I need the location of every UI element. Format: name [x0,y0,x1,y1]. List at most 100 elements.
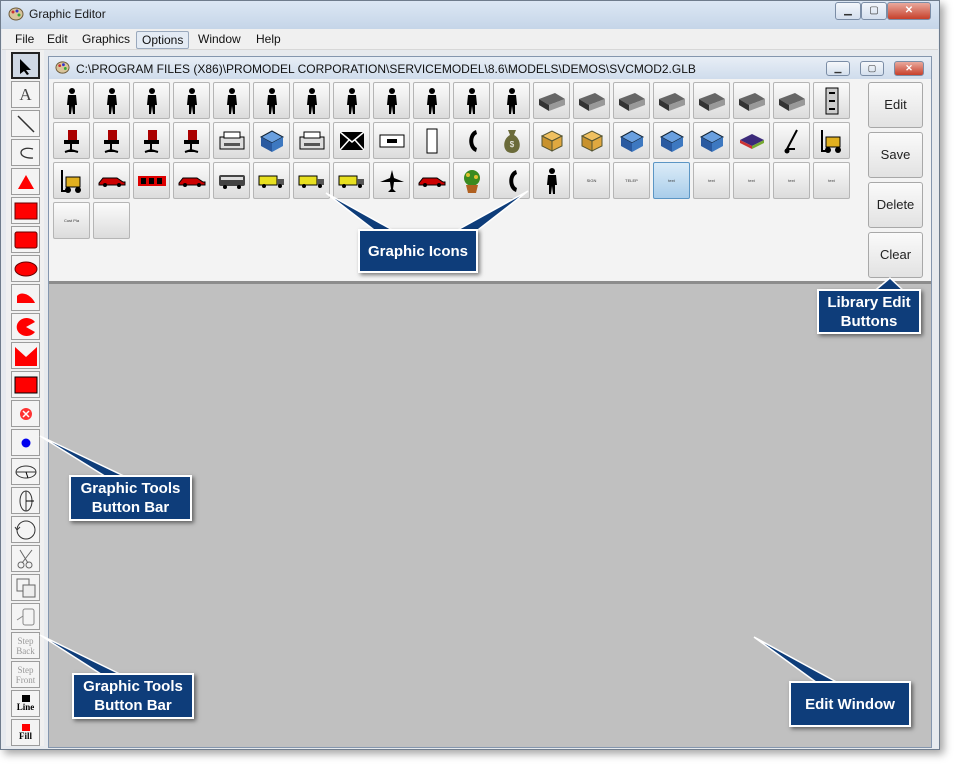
graphic-icon-button[interactable]: text [773,162,810,199]
graphic-icon-button[interactable]: text [813,162,850,199]
graphic-icon-button[interactable] [253,162,290,199]
library-maximize-button[interactable]: ▢ [860,61,884,76]
pointer-tool-button[interactable] [11,52,40,79]
library-clear-button[interactable]: Clear [868,232,923,278]
library-save-button[interactable]: Save [868,132,923,178]
graphic-icon-button[interactable] [813,82,850,119]
menu-edit[interactable]: Edit [42,31,73,47]
point-tool-button[interactable] [11,429,40,456]
graphic-icon-button[interactable] [573,122,610,159]
graphic-icon-button[interactable] [333,82,370,119]
step-back-button[interactable]: Step Back [11,632,40,659]
graphic-icon-button[interactable] [293,82,330,119]
graphic-icon-button[interactable] [653,122,690,159]
fill-rectangle-tool-button[interactable] [11,371,40,398]
menu-options[interactable]: Options [136,31,190,49]
graphic-icon-button[interactable] [133,122,170,159]
graphic-icon-button[interactable] [373,82,410,119]
rotate-horizontal-tool-button[interactable] [11,458,40,485]
graphic-icon-button[interactable] [373,122,410,159]
library-close-button[interactable]: ✕ [894,61,924,76]
cut-tool-button[interactable] [11,545,40,572]
graphic-icon-button[interactable] [293,162,330,199]
graphic-icon-button[interactable]: $ [493,122,530,159]
triangle-tool-button[interactable] [11,168,40,195]
graphic-icon-button[interactable] [333,162,370,199]
graphic-icon-button[interactable] [173,122,210,159]
menu-help[interactable]: Help [251,31,286,47]
graphic-icon-button[interactable] [773,82,810,119]
graphic-icon-button[interactable] [453,82,490,119]
graphic-icon-button[interactable] [573,82,610,119]
graphic-icon-button[interactable] [333,122,370,159]
rotate-tool-button[interactable] [11,516,40,543]
menu-graphics[interactable]: Graphics [77,31,135,47]
graphic-icon-button[interactable] [93,162,130,199]
graphic-icon-button[interactable] [173,82,210,119]
chord-tool-button[interactable] [11,284,40,311]
graphic-icon-button[interactable] [93,82,130,119]
graphic-icon-button[interactable] [373,162,410,199]
arc-tool-button[interactable] [11,139,40,166]
menu-file[interactable]: File [10,31,39,47]
graphic-icon-button[interactable] [213,162,250,199]
copy-tool-button[interactable] [11,574,40,601]
graphic-icon-button[interactable] [453,162,490,199]
delete-point-tool-button[interactable] [11,400,40,427]
graphic-icon-button[interactable] [413,162,450,199]
menu-window[interactable]: Window [193,31,246,47]
graphic-icon-button[interactable] [253,82,290,119]
graphic-icon-button[interactable] [413,82,450,119]
graphic-icon-button[interactable] [693,82,730,119]
graphic-icon-button[interactable] [773,122,810,159]
graphic-icon-button[interactable] [53,82,90,119]
graphic-icon-button[interactable] [653,82,690,119]
graphic-icon-button[interactable]: text [693,162,730,199]
pie-tool-button[interactable] [11,313,40,340]
graphic-icon-button[interactable] [253,122,290,159]
graphic-icon-button[interactable] [93,122,130,159]
graphic-icon-button[interactable] [493,82,530,119]
rectangle-tool-button[interactable] [11,197,40,224]
graphic-icon-button[interactable] [293,122,330,159]
graphic-icon-button[interactable]: SIGN [573,162,610,199]
graphic-icon-button[interactable] [133,162,170,199]
graphic-icon-button[interactable] [733,82,770,119]
graphic-icon-button[interactable] [53,162,90,199]
graphic-icon-button[interactable] [693,122,730,159]
graphic-icon-button[interactable] [93,202,130,239]
graphic-icon-button[interactable] [213,122,250,159]
graphic-icon-button[interactable] [613,122,650,159]
graphic-icon-button[interactable] [133,82,170,119]
graphic-icon-button[interactable] [813,122,850,159]
graphic-icon-button[interactable] [533,122,570,159]
graphic-icon-button[interactable] [453,122,490,159]
graphic-icon-button[interactable] [613,82,650,119]
graphic-icon-button[interactable] [413,122,450,159]
graphic-icon-button[interactable] [533,82,570,119]
graphic-icon-button[interactable] [493,162,530,199]
graphic-icon-button[interactable] [533,162,570,199]
fill-color-button[interactable]: Fill [11,719,40,746]
graphic-icon-button[interactable]: text [733,162,770,199]
rounded-rectangle-tool-button[interactable] [11,226,40,253]
graphic-icon-button[interactable] [173,162,210,199]
ellipse-tool-button[interactable] [11,255,40,282]
step-front-button[interactable]: Step Front [11,661,40,688]
polygon-tool-button[interactable] [11,342,40,369]
graphic-icon-button[interactable]: Cust Pla [53,202,90,239]
text-tool-button[interactable]: A [11,81,40,108]
line-tool-button[interactable] [11,110,40,137]
rotate-vertical-tool-button[interactable] [11,487,40,514]
graphic-icon-button[interactable]: text [653,162,690,199]
library-edit-button[interactable]: Edit [868,82,923,128]
minimize-button[interactable]: ▁ [835,2,861,20]
graphic-icon-button[interactable] [213,82,250,119]
library-minimize-button[interactable]: ▁ [826,61,850,76]
graphic-icon-button[interactable] [53,122,90,159]
graphic-icon-button[interactable]: TELEP [613,162,650,199]
library-delete-button[interactable]: Delete [868,182,923,228]
paste-tool-button[interactable] [11,603,40,630]
graphic-icon-button[interactable] [733,122,770,159]
close-button[interactable]: ✕ [887,2,931,20]
